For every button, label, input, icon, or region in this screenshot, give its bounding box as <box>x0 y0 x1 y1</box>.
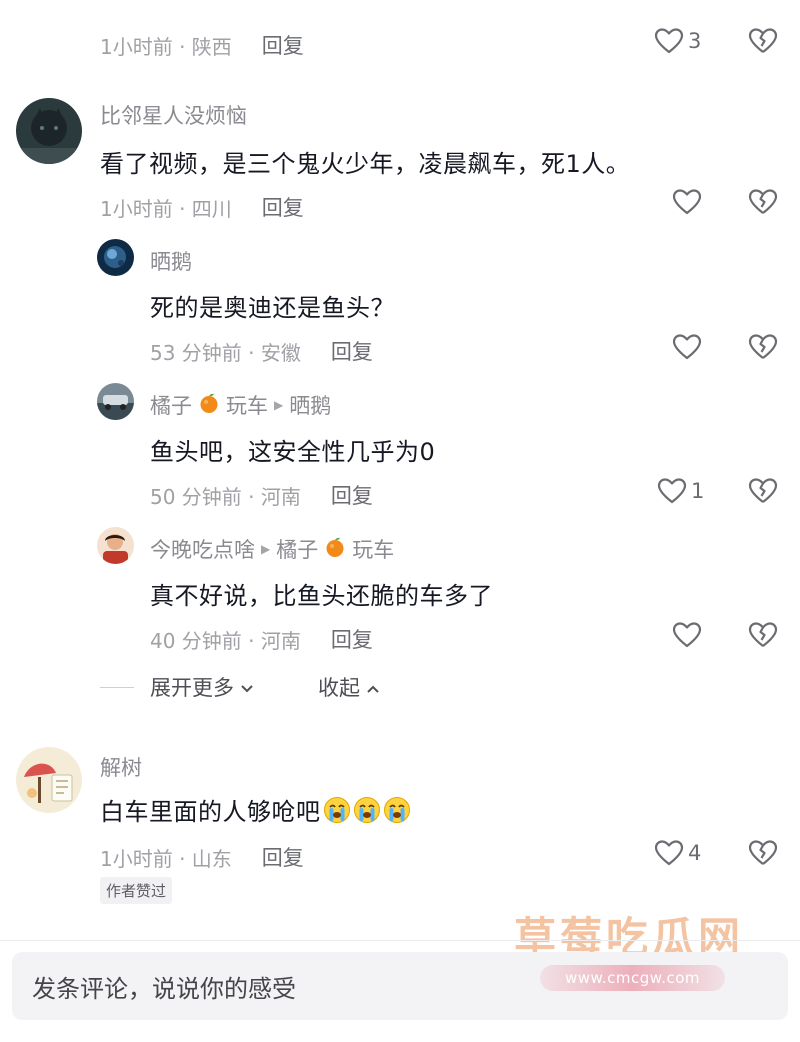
avatar[interactable] <box>97 527 134 564</box>
heart-icon <box>672 621 702 649</box>
reply-to-username[interactable]: 橘子 <box>276 534 318 564</box>
author-liked-badge: 作者赞过 <box>100 877 173 904</box>
reply-username[interactable]: 晒鹅 <box>150 246 192 276</box>
broken-heart-icon <box>748 477 778 505</box>
heart-icon <box>672 333 702 361</box>
comment-username[interactable]: 比邻星人没烦恼 <box>100 100 247 130</box>
chevron-down-icon <box>240 675 254 699</box>
orange-emoji-icon <box>324 536 346 563</box>
dislike-button[interactable] <box>748 27 778 55</box>
reply-arrow-icon: ▶ <box>274 398 284 412</box>
reply-time-location: 53 分钟前 · 安徽 <box>150 340 301 365</box>
reply-text: 真不好说，比鱼头还脆的车多了 <box>150 582 493 610</box>
username-text[interactable]: 比邻星人没烦恼 <box>100 100 247 130</box>
comment-meta: 1小时前 · 山东 回复 <box>100 842 304 872</box>
username-text[interactable]: 今晚吃点啥 <box>150 534 255 564</box>
reply-button[interactable]: 回复 <box>331 480 373 510</box>
thread-controls: 展开更多 收起 <box>100 672 380 702</box>
like-button[interactable] <box>672 333 706 361</box>
like-count: 4 <box>688 841 702 865</box>
comment-input-placeholder: 发条评论，说说你的感受 <box>32 974 296 1003</box>
comment-meta: 1小时前 · 四川 回复 <box>100 192 304 222</box>
avatar[interactable] <box>16 747 82 813</box>
like-button[interactable]: 1 <box>657 477 704 505</box>
watermark-url: www.cmcgw.com <box>540 965 725 991</box>
reply-text: 死的是奥迪还是鱼头？ <box>150 294 395 322</box>
broken-heart-icon <box>748 621 778 649</box>
broken-heart-icon <box>748 27 778 55</box>
comment-text: 看了视频，是三个鬼火少年，凌晨飙车，死1人。 <box>100 150 631 178</box>
divider <box>0 940 800 941</box>
broken-heart-icon <box>748 333 778 361</box>
like-count: 1 <box>691 479 705 503</box>
reply-meta: 40 分钟前 · 河南 回复 <box>150 624 373 654</box>
crying-face-icon <box>323 796 351 824</box>
reply-to-username[interactable]: 晒鹅 <box>289 390 331 420</box>
dislike-button[interactable] <box>748 333 778 361</box>
like-button[interactable]: 4 <box>654 839 701 867</box>
reply-meta: 53 分钟前 · 安徽 回复 <box>150 336 373 366</box>
expand-more-button[interactable]: 展开更多 <box>150 672 254 702</box>
dislike-button[interactable] <box>748 188 778 216</box>
dislike-button[interactable] <box>748 839 778 867</box>
avatar[interactable] <box>97 383 134 420</box>
avatar[interactable] <box>97 239 134 276</box>
comment-meta: 1小时前 · 陕西 回复 <box>100 30 304 60</box>
reply-button[interactable]: 回复 <box>331 624 373 654</box>
collapse-button[interactable]: 收起 <box>318 672 380 702</box>
reply-text: 鱼头吧，这安全性几乎为0 <box>150 438 436 466</box>
comment-username[interactable]: 解树 <box>100 752 142 782</box>
username-text[interactable]: 橘子 <box>150 390 192 420</box>
reply-time-location: 40 分钟前 · 河南 <box>150 628 301 653</box>
reply-meta: 50 分钟前 · 河南 回复 <box>150 480 373 510</box>
collapse-label: 收起 <box>318 676 360 700</box>
comment-time-location: 1小时前 · 山东 <box>100 846 232 871</box>
username-suffix[interactable]: 玩车 <box>226 390 268 420</box>
heart-icon <box>654 27 684 55</box>
reply-to-suffix[interactable]: 玩车 <box>352 534 394 564</box>
broken-heart-icon <box>748 188 778 216</box>
like-button[interactable] <box>672 188 706 216</box>
reply-button[interactable]: 回复 <box>262 842 304 872</box>
avatar[interactable] <box>16 98 82 164</box>
reply-username[interactable]: 橘子 玩车 ▶ 晒鹅 <box>150 390 331 420</box>
reply-button[interactable]: 回复 <box>262 192 304 222</box>
reply-username[interactable]: 今晚吃点啥 ▶ 橘子 玩车 <box>150 534 394 564</box>
heart-icon <box>657 477 687 505</box>
reply-arrow-icon: ▶ <box>261 542 271 556</box>
like-button[interactable] <box>672 621 706 649</box>
crying-face-icon <box>383 796 411 824</box>
broken-heart-icon <box>748 839 778 867</box>
crying-face-icon <box>353 796 381 824</box>
comment-text-body: 白车里面的人够呛吧 <box>100 798 321 826</box>
chevron-up-icon <box>366 675 380 699</box>
reply-button[interactable]: 回复 <box>262 30 304 60</box>
expand-more-label: 展开更多 <box>150 676 234 700</box>
divider-line <box>100 686 134 688</box>
heart-icon <box>672 188 702 216</box>
dislike-button[interactable] <box>748 621 778 649</box>
heart-icon <box>654 839 684 867</box>
like-count: 3 <box>688 29 702 53</box>
orange-emoji-icon <box>198 392 220 419</box>
username-text[interactable]: 晒鹅 <box>150 246 192 276</box>
comment-time-location: 1小时前 · 四川 <box>100 196 232 221</box>
reply-time-location: 50 分钟前 · 河南 <box>150 484 301 509</box>
reply-button[interactable]: 回复 <box>331 336 373 366</box>
dislike-button[interactable] <box>748 477 778 505</box>
comment-time-location: 1小时前 · 陕西 <box>100 34 232 59</box>
username-text[interactable]: 解树 <box>100 752 142 782</box>
like-button[interactable]: 3 <box>654 27 701 55</box>
comment-text: 白车里面的人够呛吧 <box>100 792 411 827</box>
